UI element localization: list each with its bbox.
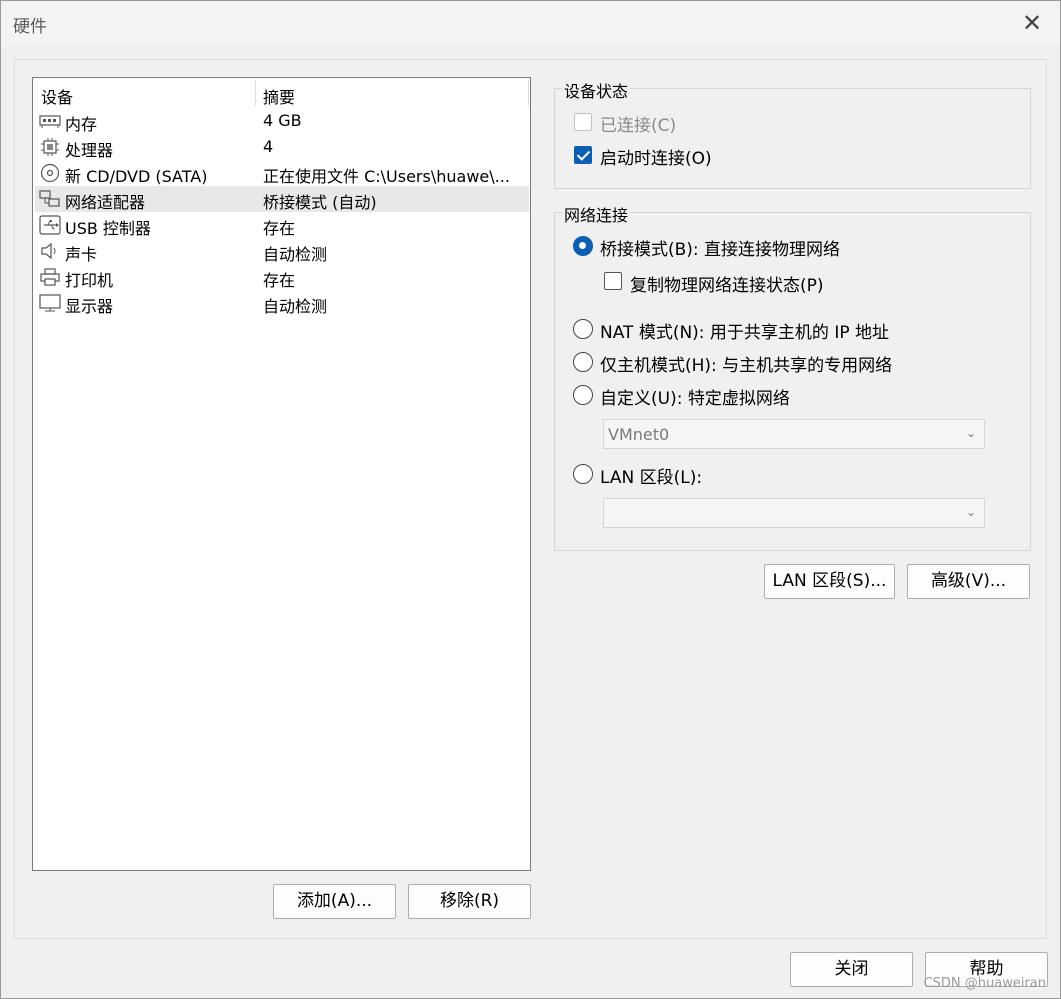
bridged-radio[interactable] bbox=[573, 236, 593, 256]
connect-at-power-on-label: 启动时连接(O) bbox=[600, 149, 712, 169]
close-icon[interactable]: ✕ bbox=[1018, 9, 1046, 37]
column-header-device[interactable]: 设备 bbox=[41, 84, 73, 108]
column-header-summary[interactable]: 摘要 bbox=[263, 84, 295, 108]
custom-radio[interactable] bbox=[573, 385, 593, 405]
device-summary: 4 bbox=[263, 137, 274, 156]
device-name: 显示器 bbox=[65, 297, 114, 316]
connected-checkbox[interactable] bbox=[574, 113, 592, 131]
close-button[interactable]: 关闭 bbox=[790, 952, 913, 987]
lan-segment-select[interactable]: ⌄ bbox=[603, 498, 985, 528]
chevron-down-icon: ⌄ bbox=[965, 426, 976, 440]
device-row-display[interactable]: 显示器 自动检测 bbox=[35, 290, 529, 316]
column-divider bbox=[528, 80, 529, 106]
device-summary: 4 GB bbox=[263, 111, 302, 130]
device-name: 打印机 bbox=[65, 271, 114, 290]
display-icon bbox=[39, 294, 61, 312]
usb-icon bbox=[39, 215, 61, 235]
sound-card-icon bbox=[41, 242, 56, 260]
column-divider bbox=[255, 80, 256, 106]
hardware-dialog: 硬件 ✕ 设备 摘要 内存 4 GB 处理器 4 新 CD/DVD (SATA)… bbox=[0, 0, 1061, 999]
watermark: CSDN @huaweiran bbox=[923, 976, 1046, 991]
device-name: 声卡 bbox=[65, 245, 98, 264]
device-row-cd-dvd[interactable]: 新 CD/DVD (SATA) 正在使用文件 C:\Users\huawe\..… bbox=[35, 160, 529, 186]
device-summary: 存在 bbox=[263, 271, 296, 290]
device-summary: 正在使用文件 C:\Users\huawe\... bbox=[263, 167, 510, 186]
device-name: USB 控制器 bbox=[65, 219, 151, 238]
custom-label: 自定义(U): 特定虚拟网络 bbox=[600, 389, 790, 409]
connect-at-power-on-checkbox[interactable] bbox=[574, 146, 592, 164]
device-status-title: 设备状态 bbox=[562, 78, 631, 102]
host-only-radio[interactable] bbox=[573, 352, 593, 372]
connected-label: 已连接(C) bbox=[600, 116, 677, 136]
device-name: 新 CD/DVD (SATA) bbox=[65, 167, 208, 186]
replicate-state-checkbox[interactable] bbox=[604, 272, 622, 290]
title-bar: 硬件 ✕ bbox=[1, 1, 1060, 45]
memory-icon bbox=[39, 115, 61, 128]
device-row-usb-controller[interactable]: USB 控制器 存在 bbox=[35, 212, 529, 238]
lan-segment-radio[interactable] bbox=[573, 464, 593, 484]
device-list[interactable]: 设备 摘要 内存 4 GB 处理器 4 新 CD/DVD (SATA) 正在使用… bbox=[32, 77, 531, 871]
replicate-state-label: 复制物理网络连接状态(P) bbox=[630, 276, 824, 296]
device-summary: 自动检测 bbox=[263, 297, 328, 316]
advanced-button[interactable]: 高级(V)... bbox=[907, 564, 1030, 599]
cd-dvd-icon bbox=[40, 163, 60, 183]
network-connection-title: 网络连接 bbox=[562, 202, 631, 226]
device-summary: 自动检测 bbox=[263, 245, 328, 264]
chevron-down-icon: ⌄ bbox=[965, 505, 976, 519]
device-row-network-adapter[interactable]: 网络适配器 桥接模式 (自动) bbox=[35, 186, 529, 212]
nat-label: NAT 模式(N): 用于共享主机的 IP 地址 bbox=[600, 323, 889, 343]
device-row-processor[interactable]: 处理器 4 bbox=[35, 134, 529, 160]
device-status-group bbox=[554, 88, 1031, 189]
device-summary: 存在 bbox=[263, 219, 296, 238]
remove-button[interactable]: 移除(R) bbox=[408, 884, 531, 919]
bridged-label: 桥接模式(B): 直接连接物理网络 bbox=[600, 240, 841, 260]
processor-icon bbox=[41, 138, 59, 156]
device-name: 内存 bbox=[65, 115, 98, 134]
network-adapter-icon bbox=[39, 190, 60, 207]
device-name: 网络适配器 bbox=[65, 193, 146, 212]
printer-icon bbox=[40, 268, 60, 286]
custom-network-value: VMnet0 bbox=[608, 425, 670, 444]
custom-network-select[interactable]: VMnet0 ⌄ bbox=[603, 419, 985, 449]
device-row-memory[interactable]: 内存 4 GB bbox=[35, 108, 529, 134]
host-only-label: 仅主机模式(H): 与主机共享的专用网络 bbox=[600, 356, 893, 376]
device-row-sound-card[interactable]: 声卡 自动检测 bbox=[35, 238, 529, 264]
device-name: 处理器 bbox=[65, 141, 114, 160]
window-title: 硬件 bbox=[13, 17, 47, 37]
device-summary: 桥接模式 (自动) bbox=[263, 193, 377, 212]
add-button[interactable]: 添加(A)... bbox=[273, 884, 396, 919]
lan-segments-button[interactable]: LAN 区段(S)... bbox=[764, 564, 895, 599]
lan-segment-label: LAN 区段(L): bbox=[600, 468, 703, 488]
device-row-printer[interactable]: 打印机 存在 bbox=[35, 264, 529, 290]
nat-radio[interactable] bbox=[573, 319, 593, 339]
